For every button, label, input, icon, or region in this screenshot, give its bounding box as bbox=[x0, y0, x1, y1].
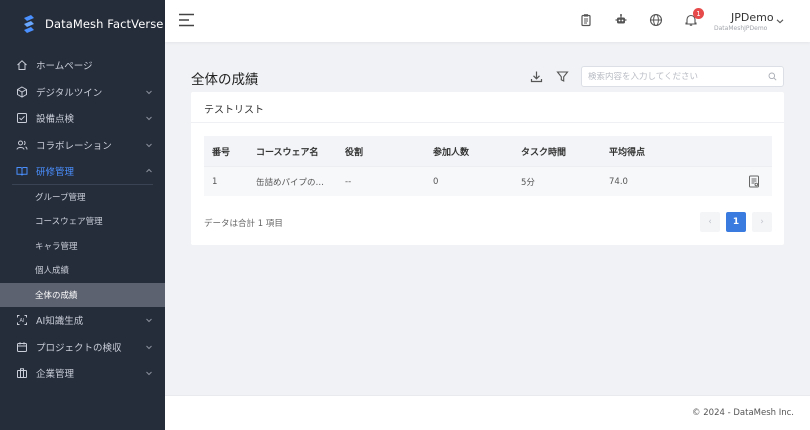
sidebar-item-inspection[interactable]: 設備点検 bbox=[0, 105, 165, 132]
report-detail-icon[interactable] bbox=[748, 175, 760, 188]
sidebar-item-ai-knowledge[interactable]: AI AI知識生成 bbox=[0, 307, 165, 334]
menu-toggle-icon[interactable] bbox=[179, 13, 195, 27]
app-name: DataMesh FactVerse bbox=[45, 17, 164, 31]
globe-icon[interactable] bbox=[649, 13, 663, 27]
column-header-courseware: コースウェア名 bbox=[256, 147, 319, 158]
pagination-prev-button[interactable]: ‹ bbox=[700, 212, 720, 232]
cell-courseware: 缶詰めパイプの… bbox=[256, 177, 325, 188]
users-icon bbox=[16, 139, 28, 151]
book-icon bbox=[16, 165, 28, 177]
sidebar-item-label: AI知識生成 bbox=[36, 316, 84, 328]
cell-actions bbox=[689, 175, 772, 188]
sidebar-subitem-character-management[interactable]: キャラ管理 bbox=[0, 234, 165, 259]
notification-badge: 1 bbox=[693, 8, 704, 19]
ai-icon: AI bbox=[16, 314, 28, 326]
calendar-icon bbox=[16, 341, 28, 353]
menu-divider bbox=[12, 183, 153, 185]
sidebar-item-label: コラボレーション bbox=[36, 140, 112, 152]
clipboard-icon[interactable] bbox=[579, 13, 593, 27]
sidebar-item-project-acceptance[interactable]: プロジェクトの検収 bbox=[0, 334, 165, 361]
top-header: 1 JPDemo DataMeshJPDemo bbox=[165, 0, 810, 42]
checklist-icon bbox=[16, 112, 28, 124]
chevron-down-icon bbox=[146, 345, 152, 349]
cube-icon bbox=[16, 86, 28, 98]
robot-icon[interactable] bbox=[614, 13, 628, 27]
sidebar-item-label: プロジェクトの検収 bbox=[36, 342, 122, 354]
card-divider bbox=[191, 122, 784, 123]
datamesh-logo-icon bbox=[24, 15, 34, 33]
brand[interactable]: DataMesh FactVerse bbox=[0, 0, 165, 48]
column-header-number: 番号 bbox=[212, 147, 231, 158]
test-list-card: テストリスト 番号 コースウェア名 役割 参加人数 タスク時間 平均得点 1 缶… bbox=[191, 92, 784, 245]
home-icon bbox=[16, 59, 28, 71]
sidebar-item-digital-twin[interactable]: デジタルツイン bbox=[0, 79, 165, 106]
cell-role: -- bbox=[345, 176, 352, 187]
sidebar-item-enterprise[interactable]: 企業管理 bbox=[0, 360, 165, 387]
column-header-task-time: タスク時間 bbox=[521, 147, 567, 158]
sidebar-subitem-overall-results[interactable]: 全体の成績 bbox=[0, 282, 165, 307]
chevron-down-icon bbox=[146, 371, 152, 376]
table-header: 番号 コースウェア名 役割 参加人数 タスク時間 平均得点 bbox=[204, 136, 772, 166]
download-icon[interactable] bbox=[530, 70, 543, 83]
sidebar-menu: ホームページ デジタルツイン 設備点検 コラボレーション 研修管理 グループ管理… bbox=[0, 52, 165, 387]
sidebar-subitem-group-management[interactable]: グループ管理 bbox=[0, 185, 165, 210]
pagination-page-button[interactable]: 1 bbox=[726, 212, 746, 232]
sidebar-subitem-personal-results[interactable]: 個人成績 bbox=[0, 258, 165, 283]
search-box bbox=[581, 66, 784, 87]
table-row[interactable]: 1 缶詰めパイプの… -- 0 5分 74.0 bbox=[204, 166, 772, 196]
sidebar-item-label: 企業管理 bbox=[36, 369, 75, 381]
chevron-down-icon bbox=[146, 90, 152, 94]
cell-average-score: 74.0 bbox=[609, 176, 628, 187]
column-header-participants: 参加人数 bbox=[433, 147, 470, 158]
chevron-down-icon bbox=[146, 143, 152, 147]
sidebar: DataMesh FactVerse ホームページ デジタルツイン 設備点検 コ… bbox=[0, 0, 165, 430]
sidebar-item-label: ホームページ bbox=[36, 61, 93, 73]
user-organization: DataMeshJPDemo bbox=[714, 25, 768, 32]
search-input[interactable] bbox=[588, 71, 768, 82]
footer: © 2024 - DataMesh Inc. bbox=[165, 395, 810, 430]
search-icon[interactable] bbox=[768, 72, 777, 81]
pagination-next-button[interactable]: › bbox=[752, 212, 772, 232]
chevron-down-icon[interactable] bbox=[776, 17, 784, 25]
card-title: テストリスト bbox=[204, 105, 264, 116]
sidebar-item-label: 研修管理 bbox=[36, 167, 75, 179]
user-name[interactable]: JPDemo bbox=[731, 11, 774, 24]
cell-number: 1 bbox=[212, 176, 218, 187]
sidebar-item-training[interactable]: 研修管理 bbox=[0, 158, 165, 185]
chevron-down-icon bbox=[146, 318, 152, 323]
cell-participants: 0 bbox=[433, 176, 439, 187]
column-header-average-score: 平均得点 bbox=[609, 147, 646, 158]
column-header-role: 役割 bbox=[345, 147, 364, 158]
filter-icon[interactable] bbox=[556, 70, 569, 83]
svg-text:AI: AI bbox=[20, 318, 25, 324]
sidebar-item-label: 設備点検 bbox=[36, 114, 75, 126]
total-count: データは合計 1 項目 bbox=[204, 219, 283, 229]
sidebar-item-label: デジタルツイン bbox=[36, 87, 103, 99]
page-title: 全体の成績 bbox=[191, 72, 259, 88]
chevron-down-icon bbox=[146, 116, 152, 121]
sidebar-subitem-courseware-management[interactable]: コースウェア管理 bbox=[0, 209, 165, 234]
sidebar-item-collaboration[interactable]: コラボレーション bbox=[0, 132, 165, 159]
building-icon bbox=[16, 367, 28, 379]
sidebar-item-home[interactable]: ホームページ bbox=[0, 52, 165, 79]
chevron-up-icon bbox=[146, 169, 152, 173]
copyright-text: © 2024 - DataMesh Inc. bbox=[692, 408, 794, 418]
cell-task-time: 5分 bbox=[521, 177, 535, 188]
results-table: 番号 コースウェア名 役割 参加人数 タスク時間 平均得点 1 缶詰めパイプの…… bbox=[204, 136, 772, 196]
